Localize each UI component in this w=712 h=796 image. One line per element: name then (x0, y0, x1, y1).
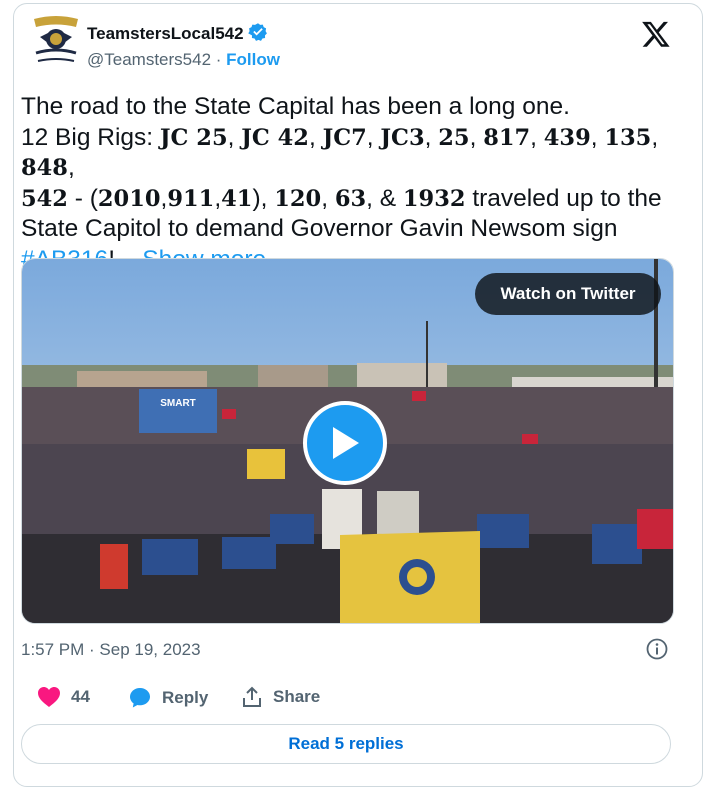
comma: , (530, 123, 544, 151)
comma: , (227, 123, 242, 151)
rig-911: 911 (167, 185, 215, 212)
rig-2010: 2010 (97, 185, 161, 212)
handle-separator: · (211, 50, 227, 69)
avatar[interactable] (28, 13, 84, 71)
tweet-line-1: The road to the State Capital has been a… (21, 93, 570, 120)
like-count: 44 (71, 687, 90, 706)
play-button[interactable] (303, 401, 387, 485)
rig-jc3: JC3 (380, 124, 425, 151)
comma: , (590, 123, 605, 151)
rig-542: 542 (21, 185, 68, 212)
author-name-text[interactable]: TeamstersLocal542 (87, 24, 244, 43)
reply-bubble-icon (130, 688, 150, 708)
reply-button[interactable]: Reply (128, 686, 208, 710)
smart-banner-text: SMART (160, 398, 196, 409)
play-icon (333, 427, 359, 459)
rig-135: 135 (604, 124, 652, 151)
comma: , (366, 123, 381, 151)
x-logo-icon[interactable] (641, 19, 671, 49)
follow-button[interactable]: Follow (226, 50, 280, 69)
rig-439: 439 (543, 124, 591, 151)
author-handle-row: @Teamsters542 · Follow (87, 50, 280, 70)
heart-icon (38, 687, 60, 707)
rig-jc42: JC 42 (241, 124, 309, 151)
dash: - ( (67, 184, 98, 212)
comma: , (308, 123, 323, 151)
tweet-line-3-tail: traveled up to the (465, 184, 662, 212)
verified-badge-icon (247, 22, 268, 47)
author-name[interactable]: TeamstersLocal542 (87, 22, 268, 47)
like-button[interactable]: 44 (37, 686, 90, 708)
tweet-timestamp[interactable]: 1:57 PM · Sep 19, 2023 (21, 640, 201, 660)
share-icon (243, 686, 261, 707)
comma: , (321, 184, 335, 212)
rig-63: 63 (334, 185, 367, 212)
comma: , (424, 123, 439, 151)
read-replies-button[interactable]: Read 5 replies (21, 724, 671, 764)
comma: , (651, 123, 659, 151)
rig-120: 120 (274, 185, 322, 212)
tweet-text: The road to the State Capital has been a… (21, 92, 671, 275)
rig-1932: 1932 (402, 185, 466, 212)
paren-close: ), (252, 184, 275, 212)
comma: , (67, 154, 75, 181)
watch-on-twitter-button[interactable]: Watch on Twitter (475, 273, 661, 315)
rig-jc7: JC7 (322, 124, 367, 151)
teamsters-logo (28, 13, 84, 71)
share-label: Share (273, 687, 321, 706)
rig-25: 25 (438, 124, 470, 151)
comma: , (469, 123, 484, 151)
info-icon[interactable] (645, 637, 669, 661)
share-button[interactable]: Share (241, 686, 320, 708)
tweet-line-4: State Capitol to demand Governor Gavin N… (21, 215, 618, 242)
ampersand: , & (366, 184, 403, 212)
rig-817: 817 (483, 124, 531, 151)
author-handle[interactable]: @Teamsters542 (87, 50, 211, 69)
rig-848: 848 (21, 155, 68, 181)
reply-label: Reply (162, 688, 209, 707)
rig-41: 41 (221, 185, 253, 212)
rig-jc25: JC 25 (159, 124, 228, 151)
tweet-line-2-prefix: 12 Big Rigs: (21, 123, 160, 151)
